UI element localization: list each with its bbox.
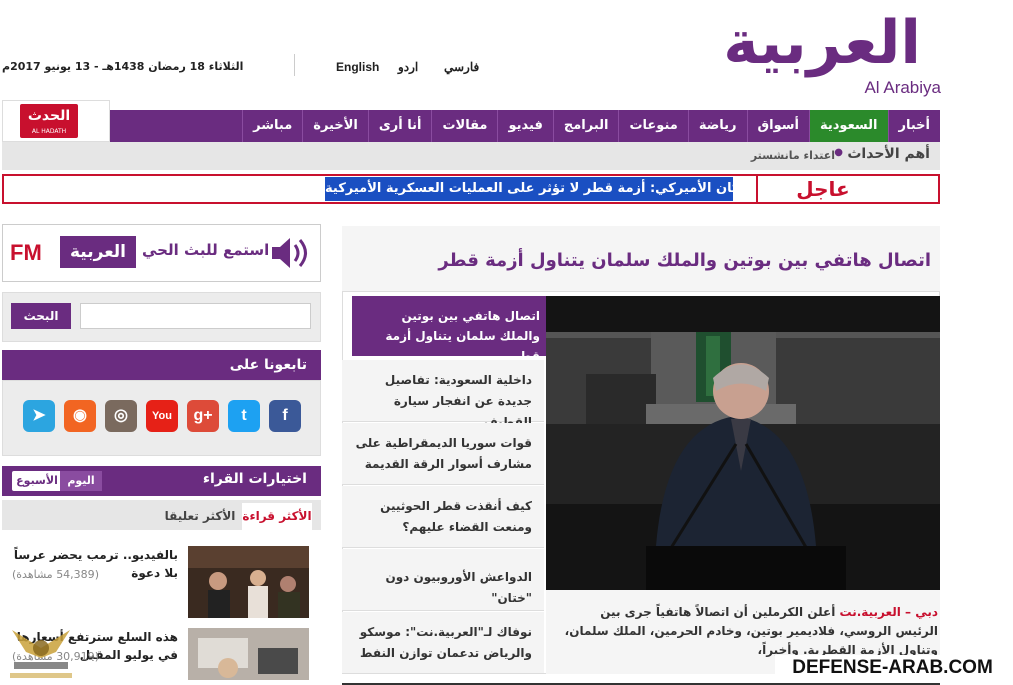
follow-us-header: تابعونا على <box>2 350 321 380</box>
nav-item-saudi[interactable]: السعودية <box>809 110 888 142</box>
nav-item-live[interactable]: مباشر <box>242 110 302 142</box>
google-plus-icon[interactable]: g+ <box>187 400 219 432</box>
story-caption: دبي – العربية.نت أعلن الكرملين أن اتصالا… <box>562 603 938 660</box>
telegram-icon[interactable]: ➤ <box>23 400 55 432</box>
search-button[interactable]: البحث <box>11 303 71 329</box>
instagram-icon[interactable]: ◎ <box>105 400 137 432</box>
alhadath-logo-sub: AL HADATH <box>31 128 67 135</box>
story-list-item[interactable]: قوات سوريا الديمقراطية على مشارف أسوار ا… <box>342 423 544 485</box>
fm-label: FM <box>10 240 42 265</box>
story-list-item[interactable]: نوفاك لـ"العربية.نت": موسكو والرياض تدعم… <box>342 612 544 674</box>
picks-week-button[interactable]: الأسبوع <box>14 471 60 491</box>
arab-defense-forum-logo <box>10 630 72 678</box>
fm-listen-text: استمع للبث الحي <box>142 241 270 259</box>
nav-item-news[interactable]: أخبار <box>887 110 941 142</box>
readers-picks-title: اختيارات القراء <box>202 471 307 487</box>
tab-most-commented[interactable]: الأكثر تعليقا <box>160 503 240 530</box>
featured-photo[interactable] <box>546 296 940 590</box>
nav-item-variety[interactable]: منوعات <box>618 110 687 142</box>
speaker-icon[interactable] <box>268 232 312 274</box>
youtube-icon[interactable]: You <box>146 400 178 432</box>
picks-today-button[interactable]: اليوم <box>60 471 102 491</box>
story-list-item-active[interactable]: اتصال هاتفي بين بوتين والملك سلمان يتناو… <box>352 296 552 363</box>
tab-most-read[interactable]: الأكثر قراءة <box>242 503 312 530</box>
nav-item-markets[interactable]: أسواق <box>746 110 809 142</box>
top-story-link[interactable]: اعتداء مانشستر <box>751 149 835 162</box>
facebook-icon[interactable]: f <box>269 400 301 432</box>
twitter-icon[interactable]: t <box>228 400 260 432</box>
nav-item-programs[interactable]: البرامج <box>552 110 619 142</box>
rss-icon[interactable]: ◉ <box>64 400 96 432</box>
fm-logo: العربية <box>60 236 136 268</box>
breaking-label: عاجل <box>756 176 888 202</box>
pick-view-count: (54,389 مشاهدة) <box>12 568 99 581</box>
watermark-text: DEFENSE-ARAB.COM <box>775 655 1010 681</box>
nav-item-sports[interactable]: رياضة <box>687 110 747 142</box>
story-list-item[interactable]: الدواعش الأوروبيون دون "ختان" <box>342 549 544 611</box>
nav-item-articles[interactable]: مقالات <box>431 110 497 142</box>
featured-headline[interactable]: اتصال هاتفي بين بوتين والملك سلمان يتناو… <box>438 250 931 271</box>
pick-thumbnail[interactable] <box>188 628 309 680</box>
language-link-farsi[interactable]: فارسي <box>444 60 479 74</box>
nav-item-video[interactable]: فيديو <box>497 110 552 142</box>
bullet-icon: ● <box>834 147 843 158</box>
current-date: الثلاثاء 18 رمضان 1438هـ - 13 يونيو 2017… <box>2 60 244 73</box>
language-link-urdu[interactable]: اردو <box>398 60 418 74</box>
pick-thumbnail[interactable] <box>188 546 309 618</box>
story-list-item[interactable]: داخلية السعودية: تفاصيل جديدة عن انفجار … <box>342 360 544 429</box>
nav-item-last[interactable]: الأخيرة <box>302 110 368 142</box>
story-list-item[interactable]: كيف أنقذت قطر الحوثيين ومنعت القضاء عليه… <box>342 486 544 548</box>
language-link-english[interactable]: English <box>336 60 379 74</box>
top-stories-label: أهم الأحداث <box>847 146 930 162</box>
nav-item-i-see[interactable]: أنا أرى <box>367 110 432 142</box>
caption-source: دبي – العربية.نت <box>839 605 938 619</box>
main-nav: أخبار السعودية أسواق رياضة منوعات البرام… <box>110 110 940 142</box>
alarabiya-logo[interactable]: العربية <box>723 8 923 78</box>
breaking-news-text[interactable]: رئيس الأركان الأميركي: أزمة قطر لا تؤثر … <box>325 177 733 201</box>
search-input[interactable] <box>80 303 311 329</box>
header-divider <box>294 54 295 76</box>
alarabiya-logo-english: Al Arabiya <box>864 78 941 97</box>
